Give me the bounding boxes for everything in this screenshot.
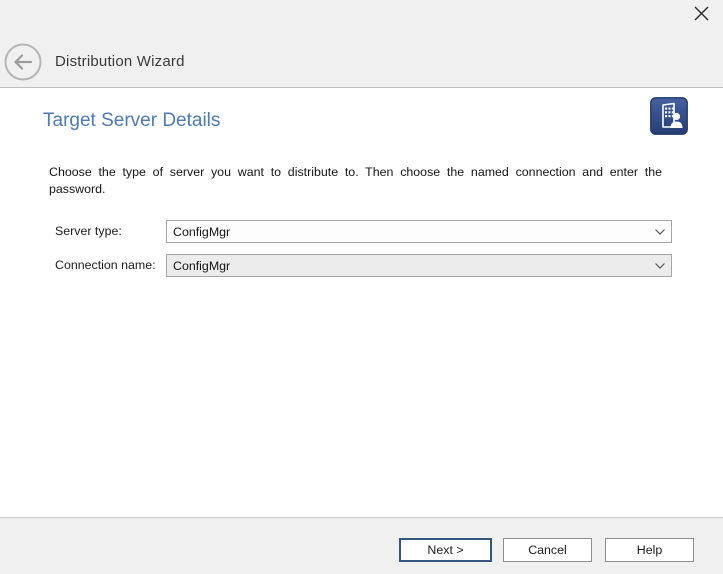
close-button[interactable] [687,2,715,30]
button-bar: Next > Cancel Help [0,517,723,574]
chevron-down-icon [649,228,671,236]
wizard-header: Distribution Wizard [0,0,723,88]
wizard-title: Distribution Wizard [55,53,185,70]
page-description: Choose the type of server you want to di… [49,164,662,198]
connection-name-value: ConfigMgr [167,259,649,273]
connection-name-label: Connection name: [55,258,156,272]
server-type-label: Server type: [55,224,122,238]
close-icon [693,5,710,27]
connection-name-dropdown[interactable]: ConfigMgr [166,254,672,277]
distribution-target-icon [650,97,688,135]
cancel-button[interactable]: Cancel [503,538,592,562]
page-title: Target Server Details [43,110,220,132]
back-button[interactable] [4,43,42,81]
server-type-value: ConfigMgr [167,225,649,239]
back-arrow-icon [4,68,42,85]
connection-name-row: Connection name: ConfigMgr [0,254,723,277]
next-button[interactable]: Next > [399,538,492,562]
chevron-down-icon [649,262,671,270]
server-type-dropdown[interactable]: ConfigMgr [166,220,672,243]
server-type-row: Server type: ConfigMgr [0,220,723,243]
help-button[interactable]: Help [605,538,694,562]
